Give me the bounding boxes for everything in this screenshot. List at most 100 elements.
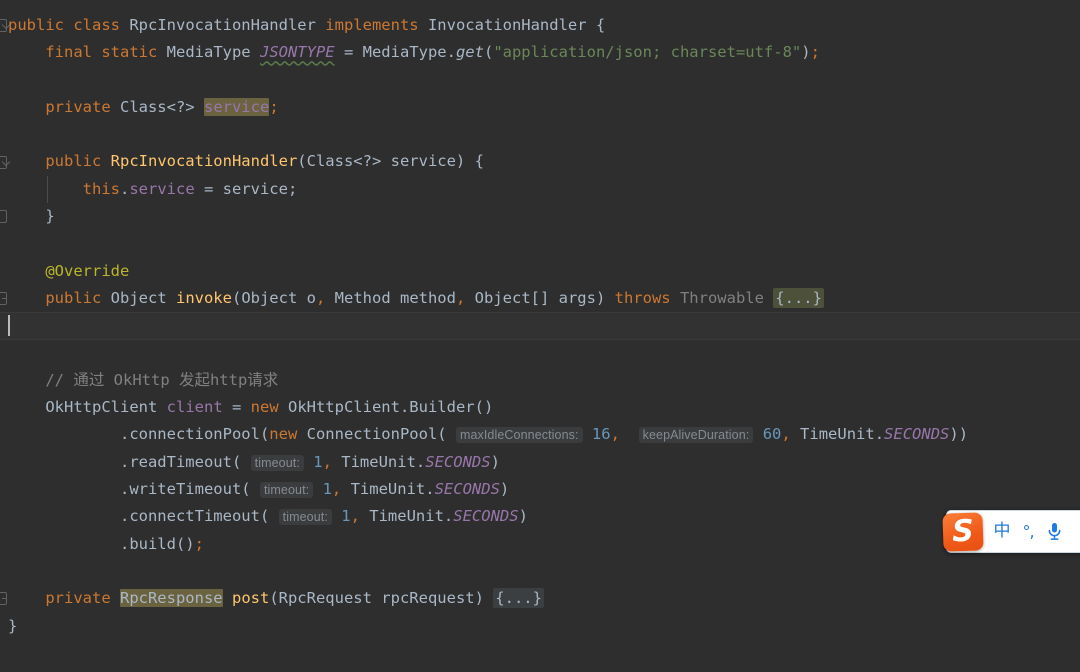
code-line[interactable]: final static MediaType JSONTYPE = MediaT… [0, 39, 1080, 66]
code-token: (Object o [231, 288, 316, 307]
code-token: invoke [175, 288, 232, 307]
code-line[interactable]: public class RpcInvocationHandler implem… [0, 12, 1080, 39]
code-token: SECONDS [453, 507, 519, 526]
code-token: )) [949, 425, 969, 444]
code-line[interactable]: OkHttpClient client = new OkHttpClient.B… [0, 394, 1080, 421]
code-token: public [45, 152, 111, 171]
code-line[interactable] [0, 340, 1080, 367]
code-token: ; [810, 43, 820, 62]
code-token: Class<?> [119, 97, 204, 116]
code-token: public [45, 288, 111, 307]
code-line[interactable] [0, 558, 1080, 585]
code-token: , [455, 288, 466, 307]
code-token: new [269, 425, 307, 444]
code-token: service [203, 97, 270, 116]
code-token: OkHttpClient [45, 398, 167, 417]
code-token: = [222, 398, 251, 417]
code-token: class [73, 16, 130, 34]
code-token: ) [490, 452, 500, 471]
code-line[interactable] [0, 230, 1080, 257]
code-token: = service; [194, 179, 298, 198]
code-token: ) [801, 43, 811, 62]
code-token: "application/json; charset=utf-8" [493, 43, 802, 62]
code-token: } [8, 616, 18, 635]
code-token: RpcInvocationHandler [110, 152, 298, 171]
code-line[interactable]: public Object invoke(Object o, Method me… [0, 285, 1080, 312]
indent-guide [47, 175, 48, 204]
code-token: throws [614, 288, 680, 307]
code-token: new [250, 398, 288, 417]
code-token: RpcResponse [119, 589, 223, 608]
code-token: keepAliveDuration: [638, 427, 754, 444]
code-line[interactable]: .writeTimeout( timeout: 1, TimeUnit.SECO… [0, 476, 1080, 503]
code-line[interactable]: .connectionPool(new ConnectionPool( maxI… [0, 421, 1080, 448]
code-line[interactable]: private Class<?> service; [0, 94, 1080, 121]
code-token: {...} [773, 287, 824, 308]
code-surface[interactable]: public class RpcInvocationHandler implem… [0, 0, 1080, 640]
sogou-ime-toolbar[interactable]: S 中 °, [942, 510, 1080, 553]
ime-punctuation-button[interactable]: °, [1015, 518, 1041, 545]
code-line[interactable] [0, 121, 1080, 148]
code-token: , [350, 507, 360, 526]
code-token: ; [194, 534, 204, 553]
code-token: SECONDS [425, 452, 491, 471]
code-token: static [101, 43, 167, 62]
code-token: timeout: [250, 454, 304, 471]
code-line[interactable]: private RpcResponse post(RpcRequest rpcR… [0, 585, 1080, 612]
code-line[interactable] [0, 312, 1080, 340]
code-token: TimeUnit. [359, 507, 454, 526]
code-token: 60 [762, 425, 782, 444]
code-line[interactable]: } [0, 613, 1080, 640]
sogou-logo-letter: S [951, 513, 975, 550]
code-token: SECONDS [884, 425, 950, 444]
code-token: TimeUnit. [341, 480, 435, 499]
code-token: , [331, 480, 342, 499]
code-token: Method method [325, 288, 456, 307]
code-token: .build() [8, 534, 195, 553]
text-caret [8, 315, 10, 337]
code-token: .readTimeout( [8, 452, 251, 471]
code-token: . [119, 179, 130, 198]
code-line[interactable] [0, 67, 1080, 94]
code-line[interactable]: public RpcInvocationHandler(Class<?> ser… [0, 148, 1080, 175]
code-line[interactable]: .readTimeout( timeout: 1, TimeUnit.SECON… [0, 449, 1080, 476]
code-editor[interactable]: public class RpcInvocationHandler implem… [0, 0, 1080, 672]
code-token: RpcInvocationHandler [129, 16, 326, 34]
code-token: private [45, 589, 120, 608]
code-token: final [45, 43, 102, 62]
code-token: {...} [493, 588, 544, 609]
code-token: post [231, 589, 270, 608]
code-token: 1 [313, 452, 323, 471]
code-token: InvocationHandler { [427, 16, 606, 34]
code-token: timeout: [278, 509, 332, 526]
code-line[interactable]: .connectTimeout( timeout: 1, TimeUnit.SE… [0, 503, 1080, 530]
code-token: 1 [341, 507, 351, 526]
code-token: } [8, 207, 55, 226]
code-line[interactable]: .build(); [0, 531, 1080, 558]
code-token: maxIdleConnections: [455, 427, 583, 444]
code-line[interactable]: @Override [0, 258, 1080, 285]
code-line[interactable]: // 通过 OkHttp 发起http请求 [0, 367, 1080, 394]
code-token: TimeUnit. [790, 425, 885, 444]
code-token: , [315, 288, 326, 307]
code-token: .connectTimeout( [8, 507, 279, 526]
code-token: ) [499, 480, 510, 499]
code-token: , [610, 425, 620, 444]
code-line[interactable]: } [0, 203, 1080, 230]
ime-language-mode-button[interactable]: 中 [989, 518, 1015, 545]
sogou-logo-icon[interactable]: S [942, 512, 984, 552]
code-line[interactable]: this.service = service; [0, 175, 1080, 204]
microphone-icon[interactable] [1041, 522, 1067, 541]
code-token: SECONDS [434, 480, 500, 499]
